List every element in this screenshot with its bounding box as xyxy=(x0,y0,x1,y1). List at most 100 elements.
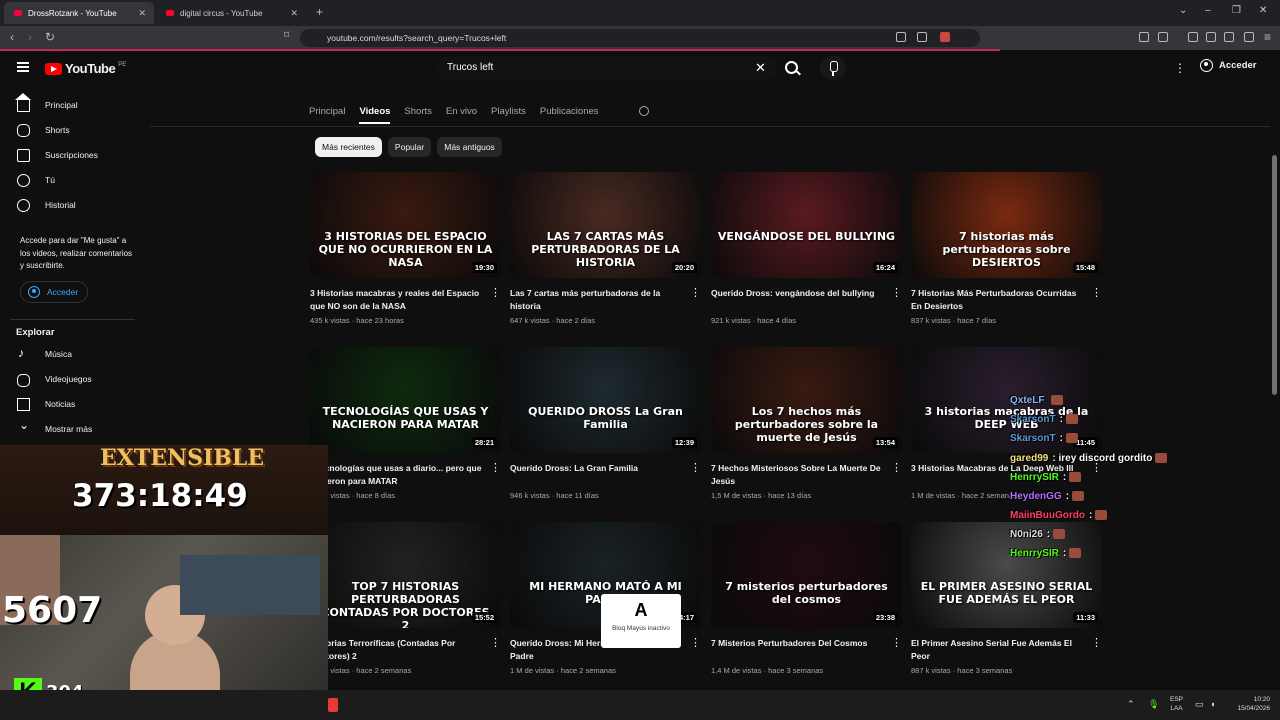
minimize-icon[interactable]: – xyxy=(1205,5,1211,16)
video-menu-icon[interactable]: ⋮ xyxy=(690,461,701,474)
video-thumbnail[interactable]: EL PRIMER ASESINO SERIAL FUE ADEMÁS EL P… xyxy=(911,522,1102,628)
tab-shorts[interactable]: Shorts xyxy=(404,100,431,124)
search-input[interactable]: Trucos left xyxy=(437,56,777,80)
chip-latest[interactable]: Más recientes xyxy=(315,137,382,157)
bookmark-icon[interactable]: ⌑ xyxy=(284,30,289,41)
video-thumbnail[interactable]: QUERIDO DROSS La Gran Familia 12:39 xyxy=(510,347,701,453)
sidebar-item-principal[interactable]: Principal xyxy=(0,92,140,117)
video-thumbnail[interactable]: 3 HISTORIAS DEL ESPACIO QUE NO OCURRIERO… xyxy=(310,172,501,278)
tab-principal[interactable]: Principal xyxy=(309,100,345,124)
video-title[interactable]: 7 Misterios Perturbadores Del Cosmos xyxy=(711,637,883,650)
close-tab-icon[interactable]: ✕ xyxy=(290,8,298,19)
video-title[interactable]: Historias Terroríficas (Contadas Por Doc… xyxy=(310,637,482,662)
hamburger-menu-icon[interactable] xyxy=(17,62,29,72)
video-menu-icon[interactable]: ⋮ xyxy=(490,461,501,474)
mic-tray-icon[interactable]: 🎙 xyxy=(1148,699,1159,710)
tab-list-icon[interactable]: ⌄ xyxy=(1179,5,1187,16)
browser-tab[interactable]: digital circus - YouTube ✕ xyxy=(156,2,306,24)
video-title[interactable]: Las 7 cartas más perturbadoras de la his… xyxy=(510,287,682,312)
volume-icon[interactable]: ◖ xyxy=(1210,699,1215,709)
video-card[interactable]: VENGÁNDOSE DEL BULLYING 16:24 Querido Dros… xyxy=(711,172,902,332)
reader-icon[interactable] xyxy=(1158,32,1168,42)
network-icon[interactable]: ▭ xyxy=(1195,699,1204,710)
address-bar[interactable]: youtube.com/results?search_query=Trucos+… xyxy=(300,29,980,47)
language-indicator[interactable]: ESP LAA xyxy=(1170,695,1183,713)
sidebar-item-gaming[interactable]: Videojuegos xyxy=(0,367,140,391)
video-menu-icon[interactable]: ⋮ xyxy=(891,286,902,299)
sidebar-item-news[interactable]: Noticias xyxy=(0,392,140,416)
video-title[interactable]: El Primer Asesino Serial Fue Además El P… xyxy=(911,637,1083,662)
sidebar-toggle-icon[interactable] xyxy=(1188,32,1198,42)
vpn-icon[interactable] xyxy=(1244,32,1254,42)
video-menu-icon[interactable]: ⋮ xyxy=(690,286,701,299)
sidebar-signin-button[interactable]: Acceder xyxy=(20,281,88,303)
sidebar-item-subscriptions[interactable]: Suscripciones xyxy=(0,143,140,167)
sidebar-item-show-more[interactable]: Mostrar más xyxy=(0,417,140,441)
tab-live[interactable]: En vivo xyxy=(446,100,477,124)
wallet-icon[interactable] xyxy=(1206,32,1216,42)
video-card[interactable]: 3 HISTORIAS DEL ESPACIO QUE NO OCURRIERO… xyxy=(310,172,501,332)
chip-oldest[interactable]: Más antiguos xyxy=(437,137,502,157)
video-title[interactable]: Querido Dross: vengándose del bullying xyxy=(711,287,883,300)
youtube-logo[interactable]: YouTube PE xyxy=(45,61,126,76)
clear-search-icon[interactable]: ✕ xyxy=(755,60,766,76)
browser-tab[interactable]: DrossRotzank - YouTube ✕ xyxy=(4,2,154,24)
video-card[interactable]: Los 7 hechos más perturbadores sobre la … xyxy=(711,347,902,507)
video-thumbnail[interactable]: TOP 7 HISTORIAS PERTURBADORAS CONTADAS P… xyxy=(310,522,501,628)
sidebar-item-history[interactable]: Historial xyxy=(0,193,140,217)
reload-icon[interactable]: ↻ xyxy=(45,30,55,44)
video-menu-icon[interactable]: ⋮ xyxy=(490,636,501,649)
channel-search-icon[interactable] xyxy=(639,106,649,116)
video-card[interactable]: EL PRIMER ASESINO SERIAL FUE ADEMÁS EL P… xyxy=(911,522,1102,682)
video-title[interactable]: 7 tecnologías que usas a diario... pero … xyxy=(310,462,482,487)
system-clock[interactable]: 10:20 15/04/2026 xyxy=(1226,695,1270,713)
video-card[interactable]: TECNOLOGÍAS QUE USAS Y NACIERON PARA MAT… xyxy=(310,347,501,507)
signin-button[interactable]: Acceder xyxy=(1200,59,1257,72)
tab-videos[interactable]: Videos xyxy=(359,100,391,124)
search-button[interactable] xyxy=(779,56,805,80)
settings-menu-icon[interactable]: ⋮ xyxy=(1174,61,1186,75)
video-title[interactable]: 3 Historias macabras y reales del Espaci… xyxy=(310,287,482,312)
tray-expand-icon[interactable]: ⌃ xyxy=(1127,699,1135,710)
video-title[interactable]: 7 Historias Más Perturbadoras Ocurridas … xyxy=(911,287,1083,312)
video-thumbnail[interactable]: Los 7 hechos más perturbadores sobre la … xyxy=(711,347,902,453)
video-thumbnail[interactable]: 7 misterios perturbadores del cosmos 23:3… xyxy=(711,522,902,628)
menu-icon[interactable]: ≡ xyxy=(1264,30,1271,44)
share-icon[interactable] xyxy=(917,32,927,42)
sidebar-item-music[interactable]: Música xyxy=(0,342,140,366)
sidebar-item-you[interactable]: Tú xyxy=(0,168,140,192)
tab-posts[interactable]: Publicaciones xyxy=(540,100,599,124)
video-card[interactable]: QUERIDO DROSS La Gran Familia 12:39 Querid… xyxy=(510,347,701,507)
forward-icon[interactable]: › xyxy=(28,30,32,44)
brave-shield-icon[interactable] xyxy=(940,32,950,42)
close-window-icon[interactable]: ✕ xyxy=(1259,5,1267,16)
back-icon[interactable]: ‹ xyxy=(10,30,14,44)
new-tab-button[interactable]: + xyxy=(316,5,323,19)
video-card[interactable]: LAS 7 CARTAS MÁS PERTURBADORAS DE LA HIS… xyxy=(510,172,701,332)
video-thumbnail[interactable]: 7 historias más perturbadoras sobre DESI… xyxy=(911,172,1102,278)
app-icon[interactable] xyxy=(328,698,338,712)
video-menu-icon[interactable]: ⋮ xyxy=(891,461,902,474)
video-card[interactable]: TOP 7 HISTORIAS PERTURBADORAS CONTADAS P… xyxy=(310,522,501,682)
video-thumbnail[interactable]: TECNOLOGÍAS QUE USAS Y NACIERON PARA MAT… xyxy=(310,347,501,453)
video-menu-icon[interactable]: ⋮ xyxy=(1091,636,1102,649)
video-card[interactable]: 7 historias más perturbadoras sobre DESI… xyxy=(911,172,1102,332)
voice-search-button[interactable] xyxy=(820,56,846,80)
video-title[interactable]: 7 Hechos Misteriosos Sobre La Muerte De … xyxy=(711,462,883,487)
leo-icon[interactable] xyxy=(1224,32,1234,42)
video-menu-icon[interactable]: ⋮ xyxy=(891,636,902,649)
video-card[interactable]: 3 historias macabras de la DEEP WEB 11:45… xyxy=(911,347,1102,507)
scrollbar[interactable] xyxy=(1272,155,1277,395)
close-tab-icon[interactable]: ✕ xyxy=(138,8,146,19)
video-thumbnail[interactable]: LAS 7 CARTAS MÁS PERTURBADORAS DE LA HIS… xyxy=(510,172,701,278)
extensions-icon[interactable] xyxy=(1139,32,1149,42)
video-menu-icon[interactable]: ⋮ xyxy=(690,636,701,649)
video-menu-icon[interactable]: ⋮ xyxy=(1091,286,1102,299)
video-thumbnail[interactable]: VENGÁNDOSE DEL BULLYING 16:24 xyxy=(711,172,902,278)
tab-playlists[interactable]: Playlists xyxy=(491,100,526,124)
chip-popular[interactable]: Popular xyxy=(387,137,432,157)
sidebar-item-shorts[interactable]: Shorts xyxy=(0,118,140,142)
video-menu-icon[interactable]: ⋮ xyxy=(490,286,501,299)
video-title[interactable]: Querido Dross: La Gran Familia xyxy=(510,462,682,475)
video-card[interactable]: 7 misterios perturbadores del cosmos 23:3… xyxy=(711,522,902,682)
